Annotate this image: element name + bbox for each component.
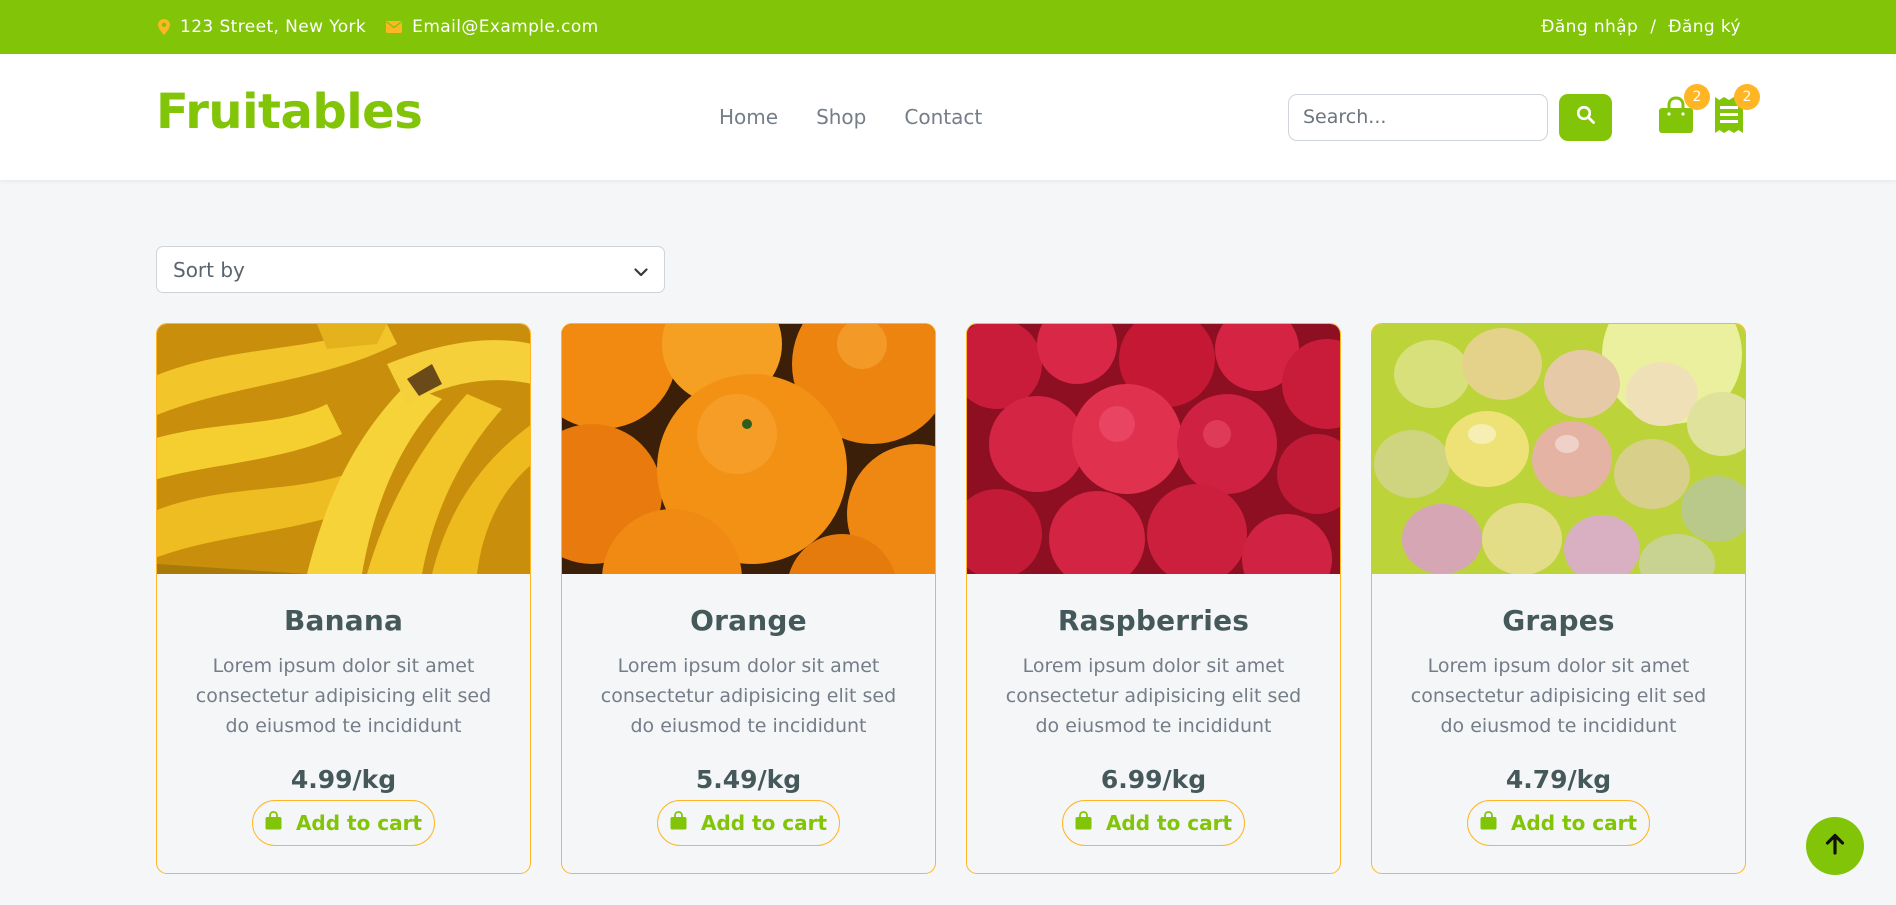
add-to-cart-label: Add to cart bbox=[700, 811, 828, 835]
map-marker-icon bbox=[158, 19, 170, 35]
product-price: 4.99/kg bbox=[290, 765, 397, 794]
shopping-bag-icon bbox=[265, 811, 282, 835]
product-card-banana: Banana Lorem ipsum dolor sit amet consec… bbox=[156, 323, 531, 874]
topbar: 123 Street, New York Email@Example.com Đ… bbox=[0, 0, 1896, 54]
topbar-contact-info: 123 Street, New York Email@Example.com bbox=[158, 17, 599, 37]
product-name: Raspberries bbox=[1057, 604, 1250, 637]
shop-content: Sort by Banana Lorem ipsum dolor sit ame… bbox=[0, 180, 1896, 905]
orders-button[interactable]: 2 bbox=[1714, 84, 1760, 138]
add-to-cart-button[interactable]: Add to cart bbox=[1467, 800, 1650, 846]
nav-menu: Home Shop Contact bbox=[719, 105, 982, 129]
add-to-cart-label: Add to cart bbox=[295, 811, 423, 835]
register-link[interactable]: Đăng ký bbox=[1668, 17, 1741, 37]
navbar: Fruitables Home Shop Contact Search... 2… bbox=[0, 54, 1896, 180]
product-info-banana: Banana Lorem ipsum dolor sit amet consec… bbox=[157, 574, 530, 846]
add-to-cart-button[interactable]: Add to cart bbox=[1062, 800, 1245, 846]
search-input[interactable] bbox=[1288, 93, 1548, 141]
product-description: Lorem ipsum dolor sit amet consectetur a… bbox=[600, 655, 897, 737]
topbar-email-text[interactable]: Email@Example.com bbox=[412, 17, 598, 37]
add-to-cart-label: Add to cart bbox=[1510, 811, 1638, 835]
product-description: Lorem ipsum dolor sit amet consectetur a… bbox=[1005, 655, 1302, 737]
cart-button[interactable]: 2 bbox=[1658, 84, 1710, 138]
product-image-raspberries bbox=[967, 324, 1340, 574]
receipt-icon bbox=[1714, 97, 1744, 138]
brand-logo[interactable]: Fruitables bbox=[156, 84, 423, 140]
product-description: Lorem ipsum dolor sit amet consectetur a… bbox=[195, 655, 492, 737]
topbar-address: 123 Street, New York bbox=[158, 17, 366, 37]
product-price: 5.49/kg bbox=[695, 765, 802, 794]
product-price: 6.99/kg bbox=[1100, 765, 1207, 794]
nav-link-contact[interactable]: Contact bbox=[904, 105, 982, 129]
nav-link-home[interactable]: Home bbox=[719, 105, 778, 129]
product-info-raspberries: Raspberries Lorem ipsum dolor sit amet c… bbox=[967, 574, 1340, 846]
search-button[interactable] bbox=[1559, 93, 1612, 141]
product-name: Grapes bbox=[1502, 604, 1615, 637]
shopping-bag-icon bbox=[1480, 811, 1497, 835]
product-card-orange: Orange Lorem ipsum dolor sit amet consec… bbox=[561, 323, 936, 874]
product-info-grapes: Grapes Lorem ipsum dolor sit amet consec… bbox=[1372, 574, 1745, 846]
product-name: Orange bbox=[690, 604, 807, 637]
auth-separator: / bbox=[1650, 17, 1657, 37]
product-description: Lorem ipsum dolor sit amet consectetur a… bbox=[1410, 655, 1707, 737]
search-form bbox=[1288, 93, 1612, 141]
header-actions: 2 2 bbox=[1658, 84, 1760, 138]
product-image-banana bbox=[157, 324, 530, 574]
product-name: Banana bbox=[283, 604, 404, 637]
envelope-icon bbox=[386, 21, 403, 33]
search-icon bbox=[1576, 105, 1596, 129]
product-info-orange: Orange Lorem ipsum dolor sit amet consec… bbox=[562, 574, 935, 846]
shopping-bag-icon bbox=[1075, 811, 1092, 835]
product-card-grapes: Grapes Lorem ipsum dolor sit amet consec… bbox=[1371, 323, 1746, 874]
back-to-top-button[interactable] bbox=[1806, 817, 1864, 875]
product-image-orange bbox=[562, 324, 935, 574]
orders-count-badge: 2 bbox=[1734, 84, 1760, 110]
shopping-bag-icon bbox=[1658, 96, 1694, 138]
product-price: 4.79/kg bbox=[1505, 765, 1612, 794]
add-to-cart-label: Add to cart bbox=[1105, 811, 1233, 835]
nav-link-shop[interactable]: Shop bbox=[816, 105, 866, 129]
sort-select-label: Sort by bbox=[173, 257, 245, 282]
product-image-grapes bbox=[1372, 324, 1745, 574]
chevron-down-icon bbox=[634, 258, 648, 282]
add-to-cart-button[interactable]: Add to cart bbox=[657, 800, 840, 846]
sort-select[interactable]: Sort by bbox=[156, 246, 665, 293]
add-to-cart-button[interactable]: Add to cart bbox=[252, 800, 435, 846]
arrow-up-icon bbox=[1825, 833, 1845, 859]
topbar-auth-links: Đăng nhập / Đăng ký bbox=[1541, 17, 1741, 37]
topbar-email: Email@Example.com bbox=[386, 17, 598, 37]
login-link[interactable]: Đăng nhập bbox=[1541, 17, 1638, 37]
topbar-address-text: 123 Street, New York bbox=[180, 17, 367, 37]
cart-count-badge: 2 bbox=[1684, 84, 1710, 110]
product-grid: Banana Lorem ipsum dolor sit amet consec… bbox=[156, 323, 1746, 874]
product-card-raspberries: Raspberries Lorem ipsum dolor sit amet c… bbox=[966, 323, 1341, 874]
shopping-bag-icon bbox=[670, 811, 687, 835]
